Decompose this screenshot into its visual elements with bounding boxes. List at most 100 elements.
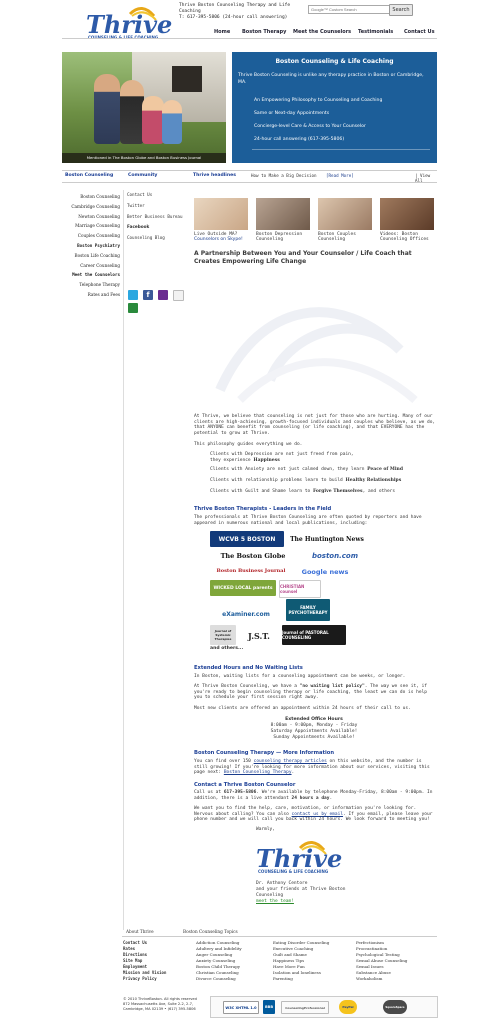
- thumb-couples-image[interactable]: [318, 198, 372, 230]
- contact-phone[interactable]: 617-395-5806: [224, 790, 257, 795]
- left-menu-career-counseling[interactable]: Career Counseling: [62, 261, 120, 271]
- extended-hours-heading: Extended Hours and No Waiting Lists: [194, 665, 303, 671]
- contact-email-link[interactable]: contact us by email: [292, 812, 343, 817]
- hero-point-1: An Empowering Philosophy to Counseling a…: [254, 98, 383, 103]
- meet-the-team-link[interactable]: meet the team!: [256, 899, 376, 905]
- footer-copyright: © 2010 ThriveBoston. All rights reserved…: [123, 997, 197, 1012]
- media-logo-wcvb: WCVB 5 BOSTON: [210, 531, 284, 547]
- footer-link-privacy[interactable]: Privacy Policy: [123, 976, 166, 982]
- footer-col-about: Contact Us Rates Directions Site Map Emp…: [123, 940, 166, 982]
- footer-col-topics-3: Perfectionism Procrastination Psychologi…: [356, 940, 407, 982]
- bullet-guilt: Clients with Guilt and Shame learn to Fo…: [210, 489, 440, 495]
- media-logo-christian-counsel: CHRISTIAN counsel: [279, 580, 321, 598]
- philosophy-line: This philosophy guides everything we do.: [194, 442, 303, 447]
- counseling-professional-badge[interactable]: CounselingProfessional: [281, 1001, 329, 1014]
- extended-hours-p3: Most new clients are offered an appointm…: [194, 706, 411, 711]
- thumb-depression-sub[interactable]: Counseling: [256, 237, 283, 243]
- thumb-videos-image[interactable]: [380, 198, 434, 230]
- family-figure-1: [94, 74, 120, 144]
- extended-hours-p1: In Boston, waiting lists for a counselin…: [194, 674, 406, 679]
- family-figure-2: [120, 80, 144, 144]
- mid-menu-twitter[interactable]: Twitter: [127, 201, 191, 212]
- w3c-badge[interactable]: W3C XHTML 1.0: [223, 1001, 259, 1014]
- signature-logo-tagline: COUNSELING & LIFE COACHING: [258, 869, 329, 874]
- left-menu-boston-psychiatry[interactable]: Boston Psychiatry: [62, 241, 120, 251]
- search-button[interactable]: Search: [389, 4, 413, 16]
- twitter-icon[interactable]: [128, 290, 138, 300]
- footer-topic[interactable]: Divorce Counseling: [196, 976, 242, 982]
- bbb-badge[interactable]: BBB: [263, 1000, 275, 1014]
- subbar-headline-text[interactable]: How to Make a Big Decision: [251, 173, 317, 178]
- media-logo-pastoral-counseling: Journal of PASTORAL COUNSELING: [282, 625, 346, 645]
- media-logo-bbj: Boston Business Journal: [216, 568, 286, 574]
- footer-col-topics-1: Addiction Counseling Adultery and Infide…: [196, 940, 242, 982]
- boston-counseling-therapy-link[interactable]: Boston Counseling Therapy: [224, 770, 292, 775]
- left-menu-newton-counseling[interactable]: Newton Counseling: [62, 212, 120, 222]
- search-input[interactable]: [308, 5, 390, 14]
- copyright-line-3: Cambridge, MA 02139 • (617) 395-5806: [123, 1007, 196, 1011]
- left-menu-meet-counselors[interactable]: Meet the Counselors: [62, 270, 120, 280]
- extended-hours-policy: "no waiting list policy": [299, 684, 365, 689]
- subbar-boston-counseling[interactable]: Boston Counseling: [65, 173, 113, 178]
- media-logo-examiner: eXaminer.com: [222, 610, 270, 618]
- squarespace-badge[interactable]: SquareSpace: [383, 1000, 407, 1014]
- header-phone: T: 617-395-5806 (24-hour call answering): [179, 15, 288, 20]
- family-figure-3: [142, 96, 164, 144]
- thumb-depression-image[interactable]: [256, 198, 310, 230]
- media-logo-journal-systemic: Journal of Systemic Therapies: [210, 625, 236, 645]
- subbar-headlines[interactable]: Thrive headlines: [193, 173, 236, 178]
- footer-topic[interactable]: Parenting: [273, 976, 329, 982]
- hero-point-4: 24-hour call answering (617-395-5806): [254, 137, 345, 142]
- footer-topic[interactable]: Workaholism: [356, 976, 407, 982]
- thumb-videos-sub[interactable]: Counseling Offices: [380, 237, 429, 243]
- left-menu-cambridge-counseling[interactable]: Cambridge Counseling: [62, 202, 120, 212]
- footer-tab-about[interactable]: About Thrive: [126, 929, 154, 934]
- nav-boston-therapy[interactable]: Boston Therapy: [242, 29, 286, 35]
- field-text: The professionals at Thrive Boston Couns…: [194, 515, 422, 526]
- bullet-guilt-text: Clients with Guilt and Shame learn to: [210, 489, 311, 494]
- left-menu-couples-counseling[interactable]: Couples Counseling: [62, 231, 120, 241]
- header-divider: [62, 38, 437, 39]
- footer-tab-topics[interactable]: Boston Counseling Topics: [183, 929, 238, 934]
- bullet-depression-text: Clients with Depression are not just fre…: [210, 452, 354, 463]
- contact-p1-a: Call us at: [194, 790, 222, 795]
- left-menu-life-coaching[interactable]: Boston Life Coaching: [62, 251, 120, 261]
- mid-menu-facebook[interactable]: Facebook: [127, 222, 191, 233]
- family-figure-4: [162, 100, 182, 144]
- thumb-couples-sub[interactable]: Counseling: [318, 237, 345, 243]
- facebook-icon[interactable]: f: [143, 290, 153, 300]
- email-icon[interactable]: [173, 290, 184, 301]
- share-icon[interactable]: [128, 303, 138, 313]
- paypal-badge[interactable]: PayPal: [339, 1000, 357, 1014]
- thumb-skype-image[interactable]: [194, 198, 248, 230]
- subbar-community[interactable]: Community: [128, 173, 157, 178]
- left-menu-telephone-therapy[interactable]: Telephone Therapy: [62, 280, 120, 290]
- left-menu-boston-counseling[interactable]: Boston Counseling: [62, 192, 120, 202]
- thumb-skype-sub[interactable]: Counselors on Skype!: [194, 237, 243, 243]
- media-logo-jst: J.S.T.: [248, 631, 270, 641]
- warmly-text: Warmly,: [256, 827, 275, 832]
- signature-logo: Thrive COUNSELING & LIFE COACHING: [256, 838, 342, 876]
- extended-hours-p2: At Thrive Boston Counseling, we have a "…: [194, 684, 434, 701]
- hero-box-intro: Thrive Boston Counseling is unlike any t…: [238, 73, 424, 85]
- left-menu-marriage-counseling[interactable]: Marriage Counseling: [62, 221, 120, 231]
- nav-contact-us[interactable]: Contact Us: [404, 29, 435, 35]
- mid-menu-bbb[interactable]: Better Business Bureau: [127, 212, 191, 223]
- left-menu-rates-fees[interactable]: Rates and Fees: [62, 290, 120, 300]
- media-logo-google-news: Google news: [301, 567, 349, 576]
- mid-menu: Contact Us Twitter Better Business Burea…: [127, 190, 191, 244]
- subbar-read-more[interactable]: [Read More]: [326, 173, 354, 178]
- hero-box-divider: [252, 149, 430, 150]
- field-heading: Thrive Boston Therapists - Leaders in th…: [194, 506, 332, 512]
- counseling-articles-link[interactable]: counseling therapy articles: [254, 759, 327, 764]
- yahoo-icon[interactable]: [158, 290, 168, 300]
- mid-menu-contact-us[interactable]: Contact Us: [127, 190, 191, 201]
- bullet-relationship-text: Clients with relationship problems learn…: [210, 478, 343, 483]
- nav-home[interactable]: Home: [214, 29, 230, 35]
- nav-meet-counselors[interactable]: Meet the Counselors: [293, 29, 351, 35]
- subbar-top-line: [62, 170, 437, 171]
- logo[interactable]: Thrive COUNSELING & LIFE COACHING: [86, 4, 172, 42]
- background-swirl-decoration: [215, 307, 418, 403]
- mid-menu-blog[interactable]: Counseling Blog: [127, 233, 191, 244]
- nav-testimonials[interactable]: Testimonials: [358, 29, 393, 35]
